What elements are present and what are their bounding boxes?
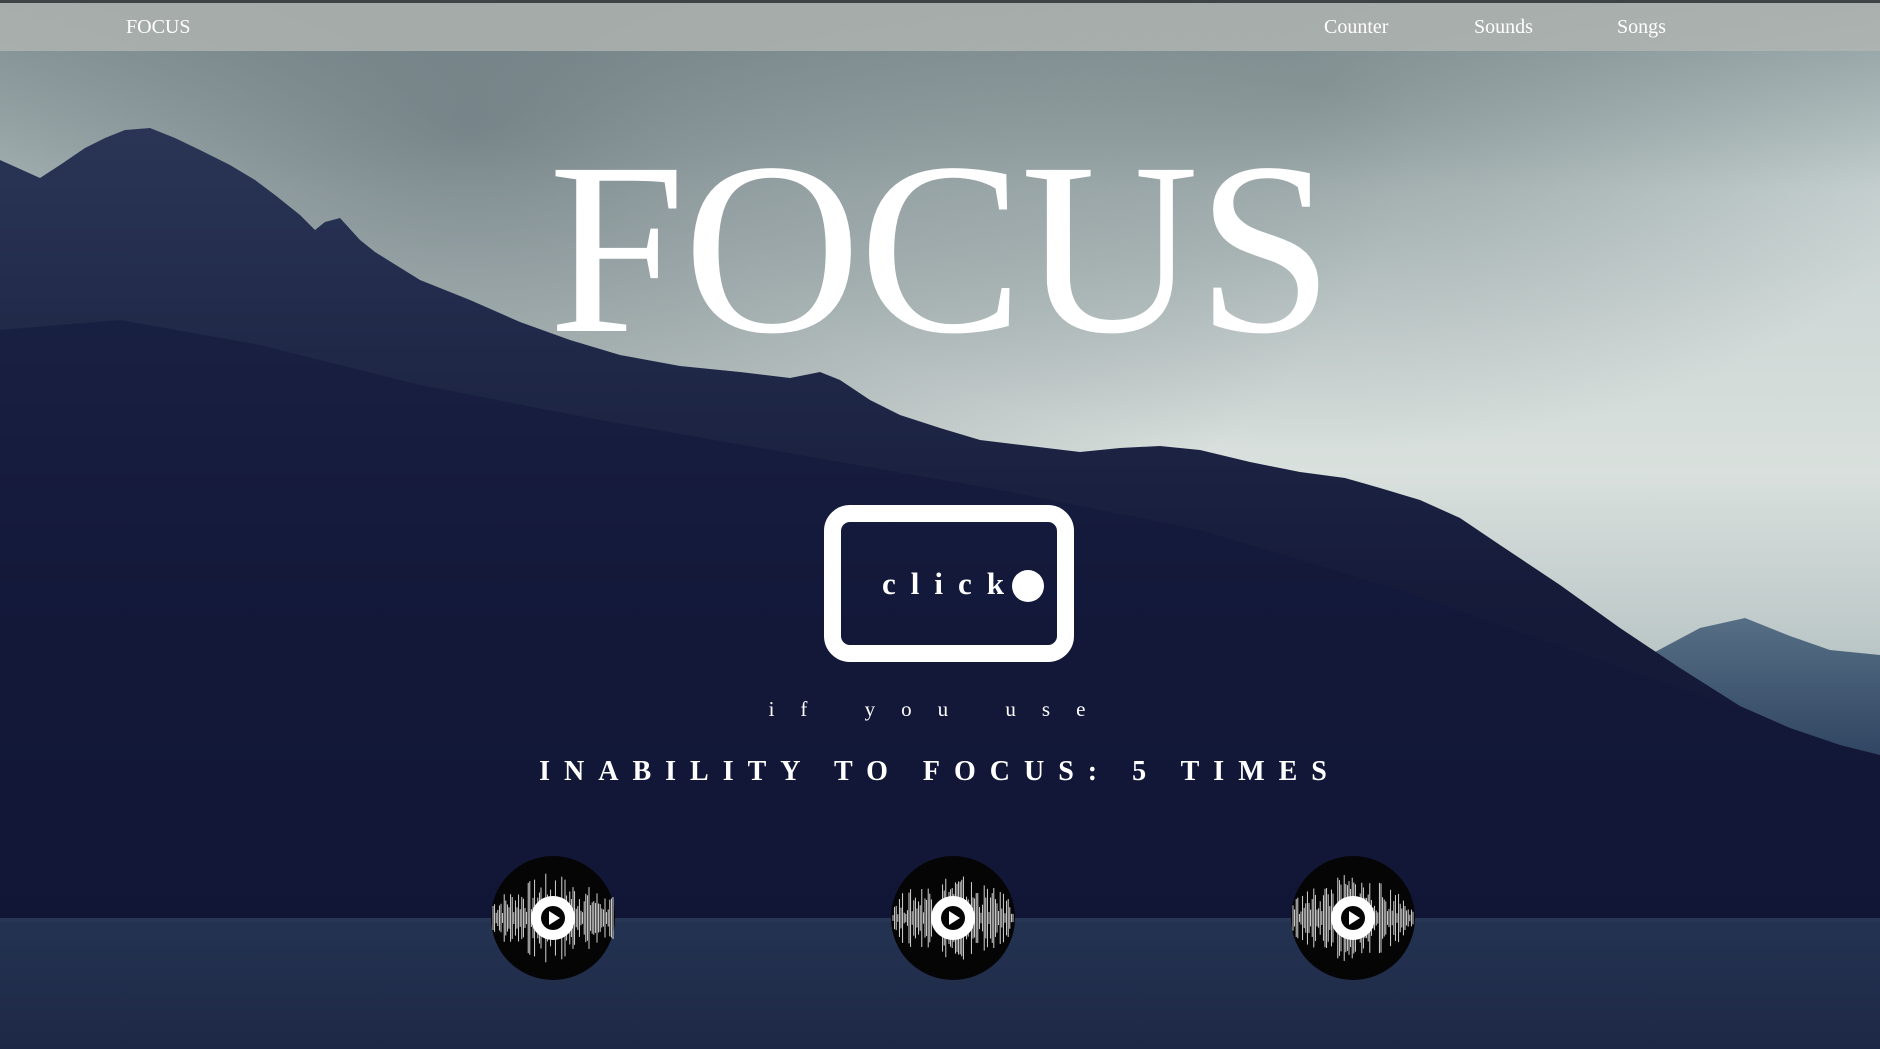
waveform-play-icon bbox=[891, 856, 1015, 980]
nav-link-songs[interactable]: Songs bbox=[1617, 16, 1666, 39]
cursor-dot-icon bbox=[1012, 570, 1044, 602]
focus-counter-text: INABILITY TO FOCUS: 5 TIMES bbox=[539, 756, 1341, 787]
hero-title: FOCUS bbox=[548, 113, 1333, 385]
waveform-play-icon bbox=[491, 856, 615, 980]
waveform-play-icon bbox=[1291, 856, 1415, 980]
nav-link-counter[interactable]: Counter bbox=[1324, 16, 1388, 39]
nav-links: Counter Sounds Songs bbox=[0, 16, 1880, 46]
nav-link-sounds[interactable]: Sounds bbox=[1474, 16, 1533, 39]
click-button-label: click bbox=[882, 566, 1019, 601]
hero-subline: if you use bbox=[768, 697, 1112, 721]
click-button[interactable]: click bbox=[824, 505, 1074, 662]
top-navbar: FOCUS Counter Sounds Songs bbox=[0, 0, 1880, 51]
sound-play-button-2[interactable] bbox=[890, 855, 1016, 981]
page: FOCUS Counter Sounds Songs FOCUS click i… bbox=[0, 0, 1880, 1049]
sound-play-button-3[interactable] bbox=[1290, 855, 1416, 981]
sound-play-button-1[interactable] bbox=[490, 855, 616, 981]
